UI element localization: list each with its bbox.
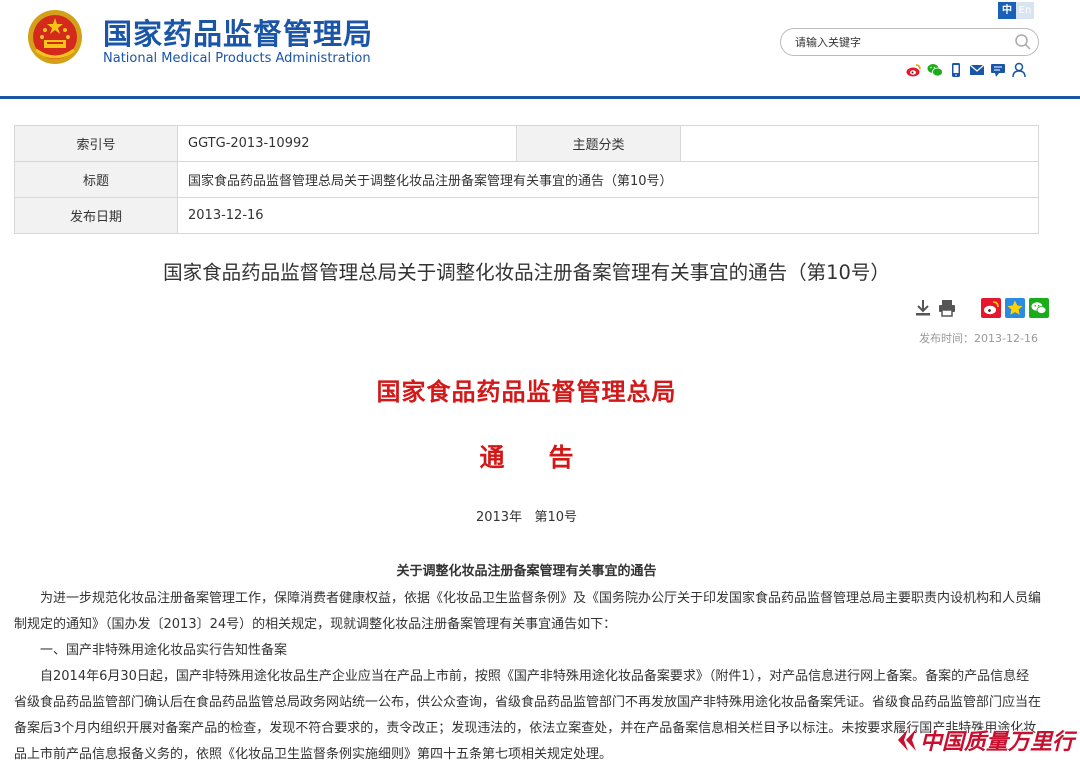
wechat-share-icon[interactable] <box>1029 298 1049 318</box>
publish-time: 发布时间：2013-12-16 <box>919 332 1038 345</box>
mobile-icon[interactable] <box>948 62 964 78</box>
category-value <box>680 125 1039 162</box>
notice-heading: 通告 <box>479 443 618 472</box>
search-icon[interactable] <box>1014 33 1032 51</box>
table-row: 标题 国家食品药品监督管理总局关于调整化妆品注册备案管理有关事宜的通告（第10号… <box>14 161 1039 198</box>
date-value: 2013-12-16 <box>177 197 1039 234</box>
issuing-agency: 国家食品药品监督管理总局 <box>376 378 677 406</box>
print-icon[interactable] <box>937 298 957 318</box>
weibo-share-icon[interactable] <box>981 298 1001 318</box>
qzone-share-icon[interactable] <box>1005 298 1025 318</box>
national-emblem-icon[interactable] <box>26 8 84 66</box>
site-name-en[interactable]: National Medical Products Administration <box>103 51 371 66</box>
body-paragraph: 为进一步规范化妆品注册备案管理工作，保障消费者健康权益，依据《化妆品卫生监督条例… <box>14 591 1042 632</box>
table-row: 发布日期 2013-12-16 <box>14 197 1039 234</box>
date-label: 发布日期 <box>14 197 178 234</box>
table-row: 索引号 GGTG-2013-10992 主题分类 <box>14 125 1039 162</box>
title-value: 国家食品药品监督管理总局关于调整化妆品注册备案管理有关事宜的通告（第10号） <box>177 161 1039 198</box>
header-social-links <box>906 62 1027 78</box>
wechat-icon[interactable] <box>927 62 943 78</box>
language-switch: 中 En <box>998 2 1034 19</box>
body-paragraph: 一、国产非特殊用途化妆品实行告知性备案 <box>40 643 288 658</box>
index-label: 索引号 <box>14 125 178 162</box>
lang-en-button[interactable]: En <box>1016 2 1034 19</box>
index-value: GGTG-2013-10992 <box>177 125 517 162</box>
watermark-logo-icon <box>897 729 916 751</box>
download-icon[interactable] <box>913 298 933 318</box>
search-input[interactable] <box>795 34 1005 51</box>
article-body: 为进一步规范化妆品注册备案管理工作，保障消费者健康权益，依据《化妆品卫生监督条例… <box>14 586 1041 768</box>
header-divider <box>0 96 1080 99</box>
article-title: 国家食品药品监督管理总局关于调整化妆品注册备案管理有关事宜的通告（第10号） <box>163 261 890 284</box>
document-number: 2013年 第10号 <box>475 510 578 525</box>
site-header: 国家药品监督管理局 National Medical Products Admi… <box>0 0 1080 96</box>
lang-zh-button[interactable]: 中 <box>998 2 1016 19</box>
title-label: 标题 <box>14 161 178 198</box>
watermark: 中国质量万里行 <box>894 724 1074 756</box>
search-box <box>780 28 1039 56</box>
watermark-text: 中国质量万里行 <box>919 729 1074 755</box>
site-name-cn[interactable]: 国家药品监督管理局 <box>103 11 373 53</box>
article-tools <box>913 298 1053 318</box>
article-info-table: 索引号 GGTG-2013-10992 主题分类 标题 国家食品药品监督管理总局… <box>14 125 1039 234</box>
weibo-icon[interactable] <box>906 62 922 78</box>
category-label: 主题分类 <box>516 125 681 162</box>
email-icon[interactable] <box>969 62 985 78</box>
notice-subtitle: 关于调整化妆品注册备案管理有关事宜的通告 <box>396 564 657 579</box>
tools-spacer <box>961 298 977 318</box>
body-paragraph: 自2014年6月30日起，国产非特殊用途化妆品生产企业应当在产品上市前，按照《国… <box>14 669 1042 762</box>
message-icon[interactable] <box>990 62 1006 78</box>
user-icon[interactable] <box>1011 62 1027 78</box>
